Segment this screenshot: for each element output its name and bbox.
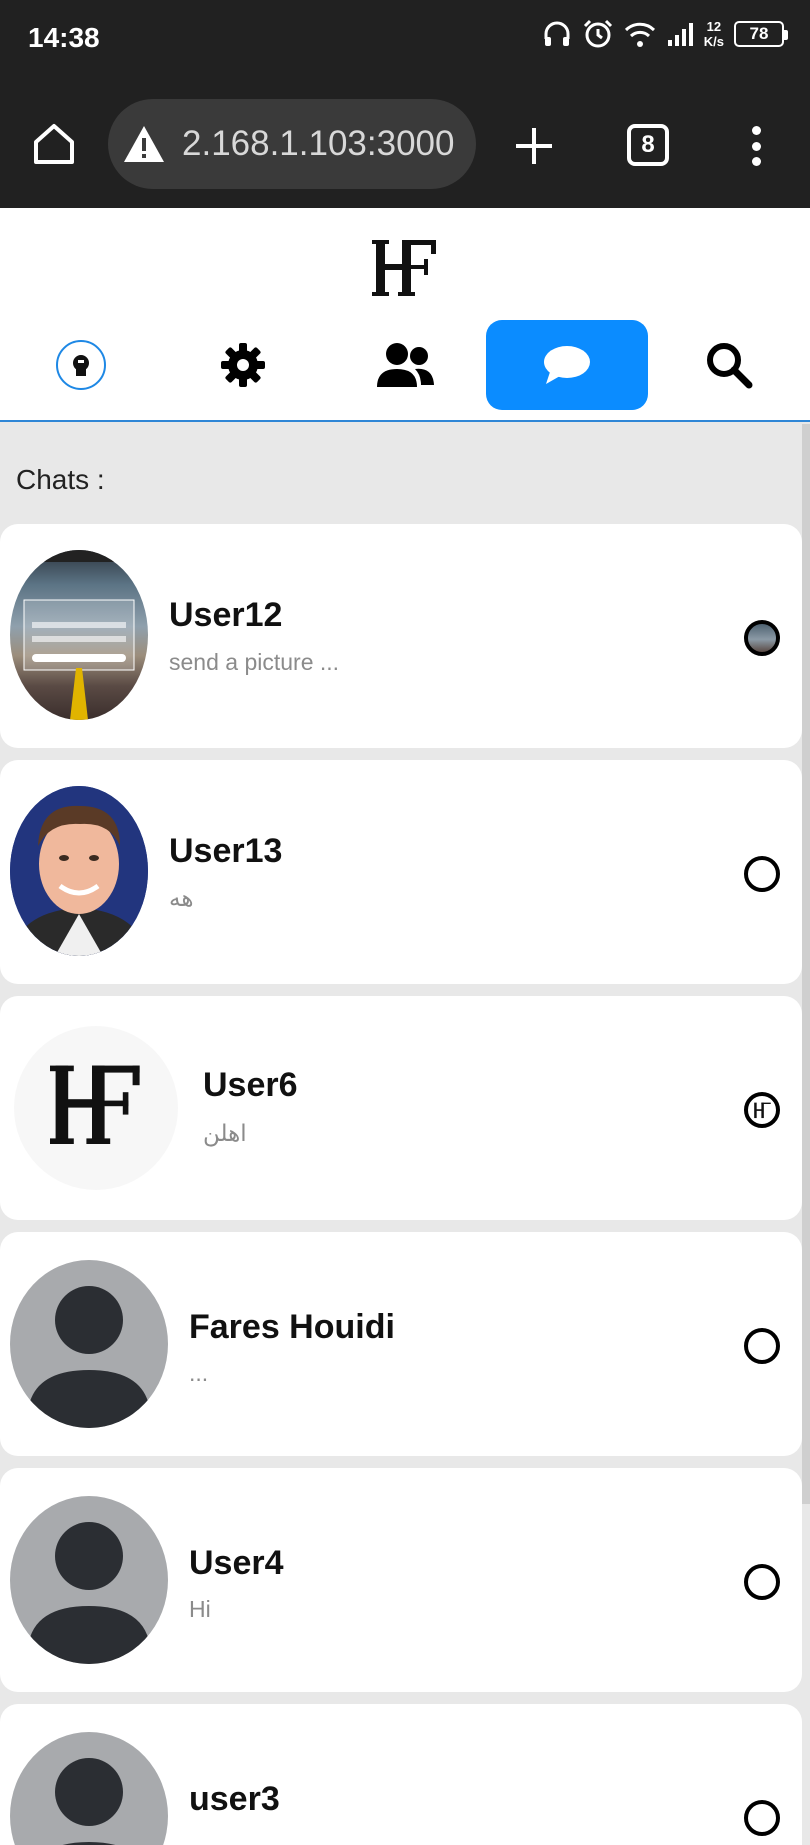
- home-icon[interactable]: [30, 120, 78, 168]
- address-bar[interactable]: 2.168.1.103:3000: [108, 99, 476, 189]
- plus-icon[interactable]: [510, 122, 558, 170]
- status-indicator: [744, 1564, 780, 1600]
- network-speed: 12 K/s: [704, 19, 724, 49]
- nav-friends[interactable]: [370, 320, 440, 410]
- network-speed-value: 12: [706, 19, 722, 34]
- status-icons: 12 K/s 78: [542, 18, 788, 50]
- avatar-icon[interactable]: [56, 340, 106, 390]
- warning-icon[interactable]: [122, 122, 166, 166]
- hf-logo: [372, 240, 436, 296]
- login-screenshot-photo: [10, 550, 148, 720]
- scrollbar[interactable]: [802, 424, 810, 1504]
- chat-list-area: Chats : User12 send a picture ... User13…: [0, 424, 810, 1845]
- tabs-button[interactable]: 8: [627, 124, 669, 166]
- search-icon[interactable]: [704, 340, 754, 390]
- hf-logo: [50, 1065, 140, 1144]
- chat-name: User12: [169, 596, 283, 634]
- default-avatar[interactable]: [10, 1496, 168, 1664]
- chat-name: Fares Houidi: [189, 1308, 395, 1346]
- chat-bubble-icon[interactable]: [542, 344, 592, 386]
- chat-last-message: Hi: [189, 1596, 211, 1622]
- nav-chats[interactable]: [486, 320, 648, 410]
- default-avatar[interactable]: [10, 1260, 168, 1428]
- chat-item[interactable]: User4 Hi: [0, 1468, 802, 1692]
- browser-toolbar: 2.168.1.103:3000 8: [0, 84, 810, 208]
- user13-avatar[interactable]: [10, 786, 148, 956]
- signal-icon: [667, 23, 693, 46]
- portrait-photo: [10, 786, 148, 956]
- chat-item[interactable]: user3: [0, 1704, 802, 1845]
- nav-profile[interactable]: [55, 320, 107, 410]
- status-time: 14:38: [28, 22, 100, 53]
- user12-avatar[interactable]: [10, 550, 148, 720]
- chat-name: User13: [169, 832, 283, 870]
- network-speed-unit: K/s: [703, 34, 724, 49]
- chat-last-message: send a picture ...: [169, 649, 340, 675]
- url-text[interactable]: 2.168.1.103:3000: [182, 124, 454, 164]
- app-header: [0, 208, 810, 422]
- chats-heading: Chats :: [16, 464, 105, 495]
- wifi-icon: [624, 22, 655, 47]
- chat-name: User6: [203, 1066, 298, 1104]
- alarm-icon: [583, 19, 612, 48]
- chat-name: User4: [189, 1544, 284, 1582]
- chat-name: user3: [189, 1780, 280, 1818]
- person-icon: [28, 1522, 150, 1664]
- chat-item[interactable]: User12 send a picture ...: [0, 524, 802, 748]
- battery-indicator: 78: [734, 21, 788, 47]
- person-icon: [28, 1286, 150, 1428]
- gear-icon[interactable]: [219, 341, 267, 389]
- status-indicator: [744, 1328, 780, 1364]
- person-icon: [55, 1758, 123, 1845]
- default-avatar[interactable]: [10, 1732, 168, 1845]
- status-indicator: [744, 856, 780, 892]
- chat-last-message: اهلن: [203, 1120, 247, 1146]
- chat-last-message: هه: [169, 885, 194, 911]
- chat-item[interactable]: User13 هه: [0, 760, 802, 984]
- nav-settings[interactable]: [213, 320, 273, 410]
- more-vert-icon[interactable]: [744, 122, 768, 170]
- nav-search[interactable]: [700, 320, 758, 410]
- status-indicator: [744, 620, 780, 656]
- chat-item[interactable]: User6 اهلن: [0, 996, 802, 1220]
- headphones-icon: [544, 21, 570, 46]
- status-logo: [754, 1102, 771, 1119]
- users-icon[interactable]: [375, 341, 435, 389]
- chat-last-message: ...: [189, 1360, 209, 1386]
- status-indicator: [744, 1092, 780, 1128]
- profile-mini-logo: [73, 355, 89, 376]
- chat-item[interactable]: Fares Houidi ...: [0, 1232, 802, 1456]
- user6-avatar[interactable]: [14, 1026, 178, 1190]
- status-bar: 14:38 12 K/s 78: [0, 0, 810, 84]
- status-indicator: [744, 1800, 780, 1836]
